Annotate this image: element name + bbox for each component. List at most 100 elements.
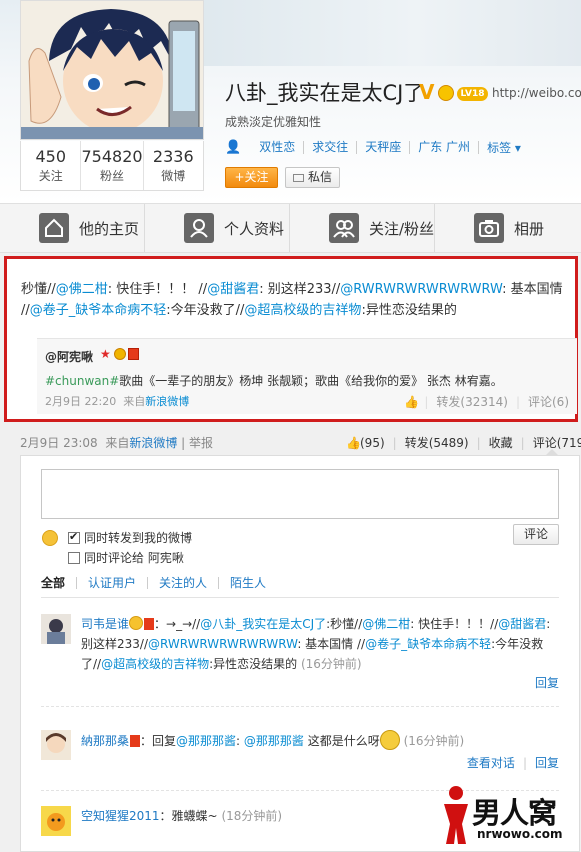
vip-crown-icon[interactable] — [438, 85, 454, 101]
divider — [41, 597, 559, 598]
like-count[interactable]: (95) — [360, 436, 385, 450]
comment-time: (16分钟前) — [403, 734, 465, 748]
stat-following[interactable]: 450 关注 — [21, 141, 82, 190]
repost-checkbox[interactable]: 同时转发到我的微博 — [68, 529, 192, 546]
nav-profile[interactable]: 个人资料 — [145, 204, 290, 252]
mention-link[interactable]: @甜酱君 — [207, 282, 259, 297]
filter-following[interactable]: 关注的人 — [148, 577, 220, 589]
tag-item[interactable]: 求交往 — [304, 141, 358, 154]
follow-button[interactable]: +关注 — [225, 167, 278, 188]
commenter-name[interactable]: 納那那桑 — [81, 734, 129, 748]
comment-text: : 快住手！！！// — [410, 617, 499, 631]
tag-item[interactable]: 广东 广州 — [410, 141, 480, 154]
commenter-avatar[interactable] — [41, 806, 71, 836]
cover-banner — [170, 0, 581, 66]
profile-url[interactable]: http://weibo.com/ — [492, 86, 581, 100]
filter-all[interactable]: 全部 — [41, 577, 78, 589]
original-author[interactable]: @阿宪啾 — [45, 348, 93, 365]
stat-fans-label: 粉丝 — [100, 169, 125, 183]
tag-item[interactable]: 天秤座 — [357, 141, 411, 154]
tag-item[interactable]: 双性恋 — [251, 141, 305, 154]
submit-comment-button[interactable]: 评论 — [513, 524, 559, 545]
level-badge[interactable]: LV18 — [457, 87, 488, 101]
original-comment[interactable]: 评论(6) — [528, 393, 569, 410]
nav-home[interactable]: 他的主页 — [0, 204, 145, 252]
commenter-avatar[interactable] — [41, 614, 71, 644]
tags-dropdown-label: 标签 — [487, 141, 512, 155]
nav-follow[interactable]: 关注/粉丝 — [290, 204, 435, 252]
topic-link[interactable]: #chunwan# — [45, 374, 119, 388]
cc-checkbox-label: 同时评论给 阿宪啾 — [84, 551, 184, 565]
nav-album[interactable]: 相册 — [435, 204, 580, 252]
reply-link[interactable]: 回复 — [535, 674, 559, 691]
commenter-avatar[interactable] — [41, 730, 71, 760]
vip-icon — [129, 616, 144, 630]
checkbox-unchecked[interactable] — [68, 551, 80, 564]
mention-link[interactable]: @RWRWRWRWRWRWRW — [340, 282, 502, 297]
like-icon[interactable]: 👍 — [346, 437, 361, 449]
post-source[interactable]: 新浪微博 — [129, 436, 177, 450]
filter-strangers[interactable]: 陌生人 — [219, 577, 277, 589]
repost-button[interactable]: 转发(5489) — [405, 434, 469, 451]
stat-posts-count: 2336 — [152, 147, 194, 166]
mention-link[interactable]: @那那那酱 — [244, 734, 304, 748]
comment-text: 这都是什么呀 — [303, 734, 380, 748]
reply-link[interactable]: 回复 — [535, 756, 559, 770]
red-badge-icon — [144, 618, 155, 630]
divider — [41, 706, 559, 707]
like-icon[interactable]: 👍 — [404, 396, 419, 408]
commenter-name[interactable]: 司韦是谁 — [81, 617, 129, 631]
mention-link[interactable]: @佛二柑 — [56, 282, 108, 297]
comment-text: :异性恋没结果的 — [209, 657, 298, 671]
repost-segment: : 别这样233// — [259, 282, 341, 297]
comment-actions: 查看对话 | 回复 — [466, 756, 559, 770]
comment-item: 納那那桑 ：回复@那那那酱: @那那那酱 这都是什么呀 (16分钟前) 查看对话 |… — [41, 730, 559, 780]
nav-follow-label: 关注/粉丝 — [369, 219, 435, 238]
filter-verified[interactable]: 认证用户 — [77, 577, 149, 589]
original-time[interactable]: 2月9日 22:20 — [45, 395, 116, 408]
red-badge-icon — [128, 348, 139, 360]
stat-fans[interactable]: 754820 粉丝 — [81, 141, 144, 190]
original-text: #chunwan#歌曲《一辈子的朋友》杨坤 张靓颖；歌曲《给我你的爱》 张杰 林… — [45, 372, 503, 389]
report-link[interactable]: 举报 — [189, 436, 213, 450]
original-post: @阿宪啾 ★ #chunwan#歌曲《一辈子的朋友》杨坤 张靓颖；歌曲《给我你的… — [37, 338, 577, 414]
comment-text: :秒懂// — [326, 617, 363, 631]
commenter-name[interactable]: 空知猩猩2011 — [81, 809, 160, 823]
verified-badge[interactable]: V — [419, 82, 434, 102]
watermark-url: nrwowo.com — [477, 827, 563, 841]
mention-link[interactable]: @超高校级的吉祥物 — [244, 303, 361, 318]
confused-emoji-icon — [379, 730, 400, 750]
profile-header: 450 关注 754820 粉丝 2336 微博 八卦_我实在是太CJ了 V L… — [0, 0, 581, 203]
chevron-down-icon: ▾ — [514, 141, 521, 155]
comment-body: 司韦是谁 ：→_→//@八卦_我实在是太CJ了:秒懂//@佛二柑: 快住手！！！/… — [81, 614, 559, 674]
red-badge-icon — [130, 735, 141, 747]
message-button-label: 私信 — [307, 170, 332, 184]
nav-album-label: 相册 — [514, 219, 545, 238]
comment-input[interactable] — [41, 469, 559, 519]
profile-tags: 👤 双性恋 求交往 天秤座 广东 广州 标签 ▾ — [225, 139, 521, 156]
mention-link[interactable]: @佛二柑 — [362, 617, 410, 631]
profile-avatar[interactable] — [20, 0, 204, 140]
comment-time: (18分钟前) — [221, 809, 283, 823]
mention-link[interactable]: @那那那酱 — [176, 734, 236, 748]
post-time[interactable]: 2月9日 23:08 — [20, 436, 98, 450]
message-button[interactable]: 私信 — [285, 167, 340, 188]
repost-text: 秒懂//@佛二柑: 快住手！！！ //@甜酱君: 别这样233//@RWRWRW… — [21, 279, 573, 321]
mention-link[interactable]: @RWRWRWRWRWRWRW — [148, 637, 297, 651]
original-source[interactable]: 新浪微博 — [145, 395, 189, 408]
mention-link[interactable]: @甜酱君 — [498, 617, 546, 631]
mention-link[interactable]: @卷子_缺爷本命病不轻 — [365, 637, 491, 651]
original-repost[interactable]: 转发(32314) — [436, 393, 508, 410]
stat-posts-label: 微博 — [161, 169, 186, 183]
checkbox-checked[interactable] — [68, 530, 80, 544]
mention-link[interactable]: @超高校级的吉祥物 — [101, 657, 209, 671]
stat-posts[interactable]: 2336 微博 — [144, 141, 203, 190]
mention-link[interactable]: @八卦_我实在是太CJ了 — [200, 617, 326, 631]
favorite-button[interactable]: 收藏 — [489, 434, 513, 451]
profile-name: 八卦_我实在是太CJ了 — [225, 81, 425, 105]
mention-link[interactable]: @卷子_缺爷本命病不轻 — [30, 303, 167, 318]
view-conversation-link[interactable]: 查看对话 — [467, 756, 515, 770]
cc-checkbox[interactable]: 同时评论给 阿宪啾 — [68, 549, 184, 566]
tags-dropdown[interactable]: 标签 ▾ — [479, 139, 521, 156]
emoji-icon[interactable] — [42, 530, 58, 546]
